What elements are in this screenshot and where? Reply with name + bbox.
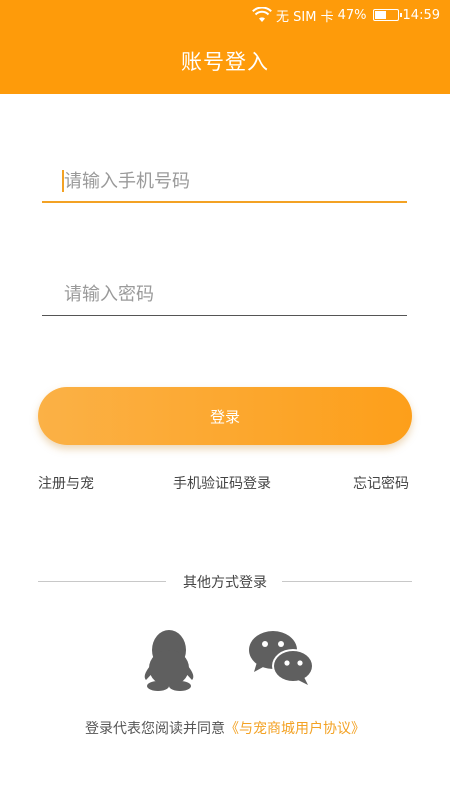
text-cursor [62,170,64,192]
status-bar: 无 SIM 卡 47% 14:59 [0,0,450,30]
qq-icon[interactable] [140,628,198,692]
password-field[interactable] [42,276,407,316]
register-link[interactable]: 注册与宠 [38,473,94,493]
password-underline [42,315,407,316]
app-header: 无 SIM 卡 47% 14:59 账号登入 [0,0,450,94]
page-title: 账号登入 [181,50,269,74]
phone-underline [42,201,407,203]
sim-status: 无 SIM 卡 [276,9,334,25]
battery-percent: 47% [337,7,367,23]
password-input[interactable] [42,276,407,312]
other-login-label: 其他方式登录 [183,575,267,591]
agreement-text: 登录代表您阅读并同意《与宠商城用户协议》 [0,718,450,738]
forgot-password-link[interactable]: 忘记密码 [353,473,409,493]
phone-input[interactable] [42,163,407,199]
agreement-prefix: 登录代表您阅读并同意 [85,721,225,737]
sms-login-link[interactable]: 手机验证码登录 [173,473,271,493]
divider-right [282,581,412,582]
phone-field[interactable] [42,163,407,203]
battery-icon [372,9,402,21]
wechat-icon[interactable] [248,628,314,688]
user-agreement-link[interactable]: 《与宠商城用户协议》 [225,721,365,737]
wifi-icon [252,7,272,22]
login-button[interactable]: 登录 [38,387,412,445]
clock: 14:59 [402,7,440,23]
